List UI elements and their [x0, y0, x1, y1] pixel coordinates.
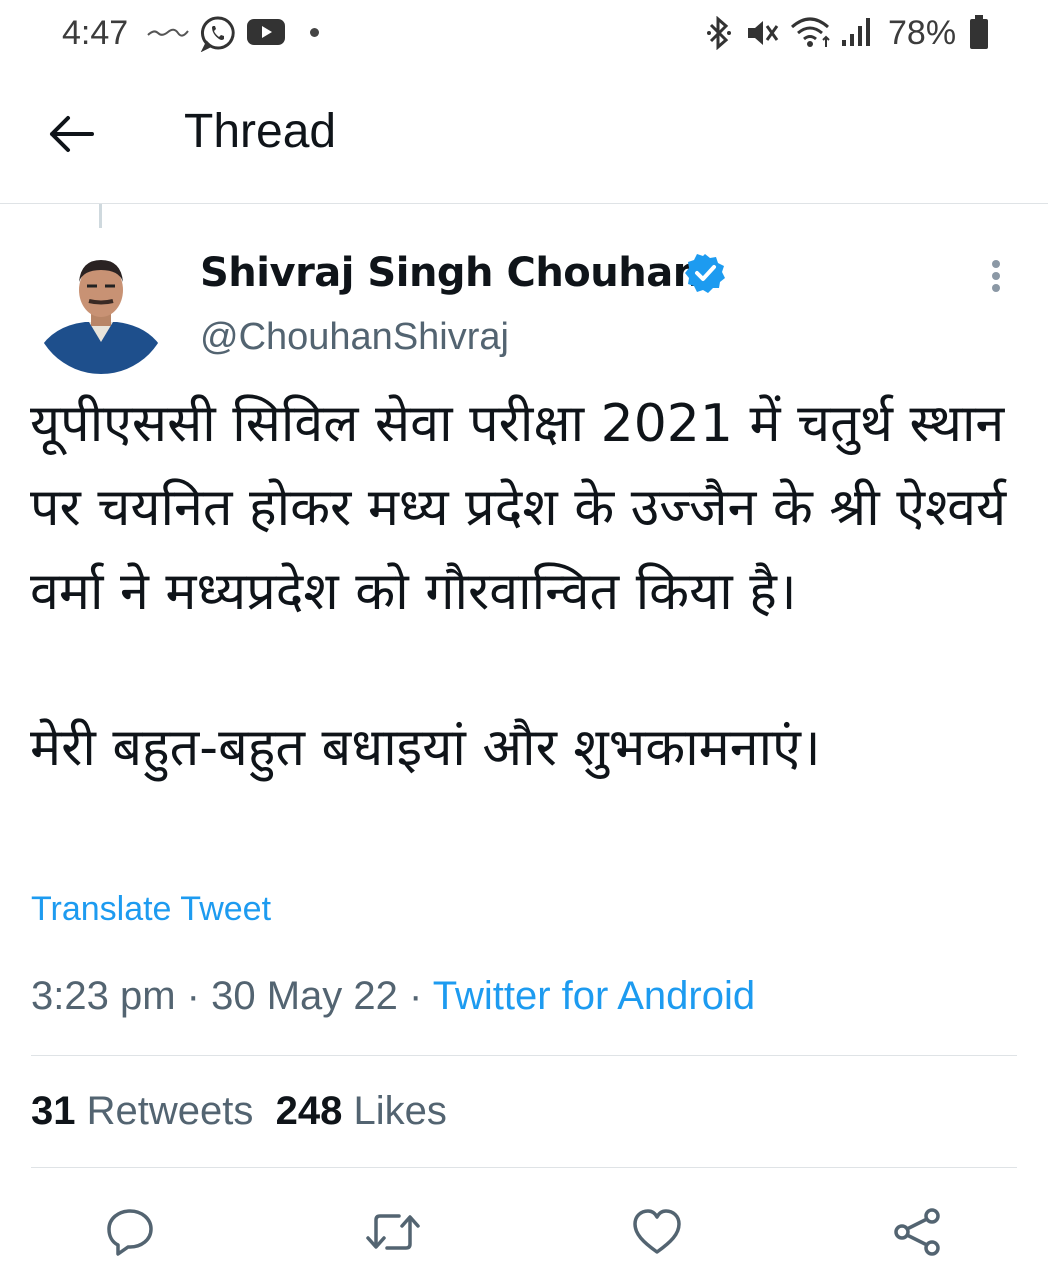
signal-icon — [842, 18, 870, 46]
retweet-icon — [366, 1214, 420, 1250]
battery-icon — [970, 15, 988, 49]
verified-badge-icon — [685, 254, 725, 293]
news-icon — [147, 28, 189, 37]
heart-icon — [633, 1209, 681, 1254]
divider — [31, 1167, 1017, 1168]
tweet-source-link[interactable]: Twitter for Android — [433, 974, 755, 1018]
meta-separator: · — [186, 974, 200, 1018]
meta-separator: · — [409, 974, 423, 1018]
more-dot — [992, 260, 1000, 268]
likes-stat[interactable]: 248 Likes — [276, 1089, 447, 1133]
author-handle[interactable]: @ChouhanShivraj — [200, 316, 509, 359]
retweets-label: Retweets — [86, 1089, 254, 1133]
retweet-button[interactable] — [365, 1206, 420, 1258]
likes-count: 248 — [275, 1089, 343, 1133]
thread-connector-line — [99, 204, 102, 228]
share-button[interactable] — [891, 1206, 943, 1258]
tweet-text: यूपीएससी सिविल सेवा परीक्षा 2021 में चतु… — [30, 382, 1030, 790]
author-name[interactable]: Shivraj Singh Chouhan — [200, 250, 701, 296]
tweet-time: 3:23 pm — [31, 974, 176, 1018]
more-options-icon[interactable] — [982, 256, 1014, 296]
retweets-stat[interactable]: 31 Retweets — [31, 1089, 253, 1133]
more-dot — [992, 272, 1000, 280]
avatar[interactable] — [33, 238, 169, 374]
arrow-left-icon — [50, 116, 94, 152]
whatsapp-icon — [200, 16, 235, 52]
retweets-count: 31 — [31, 1089, 76, 1133]
battery-percentage: 78% — [888, 14, 957, 52]
mute-icon — [748, 21, 779, 45]
more-dot — [992, 284, 1000, 292]
notification-dot — [310, 28, 319, 37]
page-title: Thread — [184, 105, 337, 158]
status-bar: 4:47 78% — [0, 0, 1048, 70]
likes-label: Likes — [353, 1089, 447, 1133]
translate-tweet-link[interactable]: Translate Tweet — [31, 890, 271, 929]
avatar-image — [33, 238, 169, 374]
reply-icon — [107, 1209, 153, 1256]
bluetooth-icon — [707, 16, 731, 50]
tweet-paragraph: यूपीएससी सिविल सेवा परीक्षा 2021 में चतु… — [30, 394, 1007, 622]
share-icon — [894, 1208, 940, 1256]
tweet-date: 30 May 22 — [211, 974, 398, 1018]
tweet-meta: 3:23 pm · 30 May 22 · Twitter for Androi… — [31, 974, 755, 1019]
divider — [31, 1055, 1017, 1056]
back-button[interactable] — [42, 110, 98, 158]
tweet-stats: 31 Retweets 248 Likes — [31, 1089, 447, 1134]
youtube-icon — [247, 19, 285, 45]
reply-button[interactable] — [104, 1206, 156, 1258]
like-button[interactable] — [631, 1206, 683, 1258]
header-divider — [0, 203, 1048, 204]
status-clock: 4:47 — [62, 14, 129, 52]
tweet-paragraph: मेरी बहुत-बहुत बधाइयां और शुभकामनाएं। — [30, 718, 821, 778]
wifi-icon — [791, 17, 830, 47]
